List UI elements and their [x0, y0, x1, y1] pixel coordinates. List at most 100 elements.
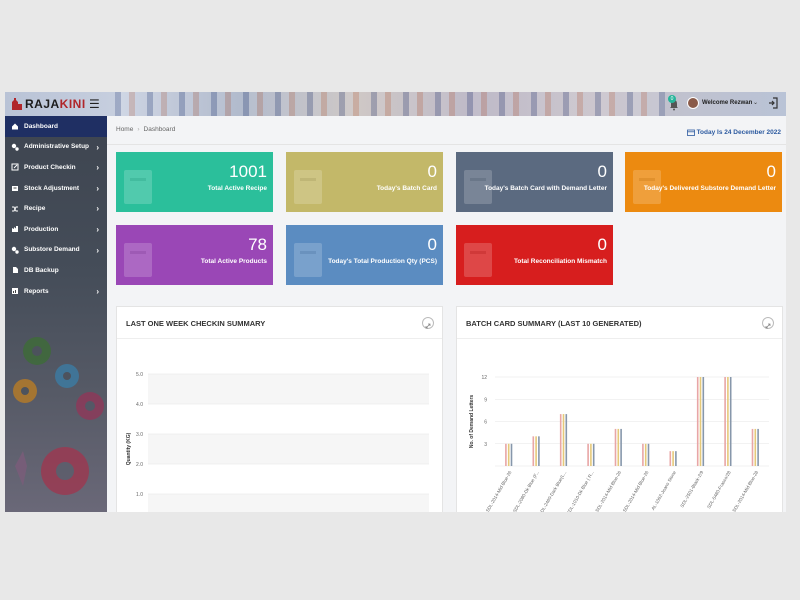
bar	[729, 377, 732, 466]
stat-value: 0	[597, 235, 607, 254]
y-axis-label: Quantity (KG)	[126, 432, 132, 465]
notification-badge: 0	[668, 95, 676, 103]
header-banner	[115, 92, 665, 116]
bar	[724, 377, 726, 466]
batch-card-summary-panel: BATCH CARD SUMMARY (LAST 10 GENERATED) 1…	[456, 306, 783, 512]
logout-icon[interactable]	[768, 97, 778, 109]
bar	[754, 428, 757, 466]
bar	[507, 443, 510, 466]
x-tick-label: SDL-2014-Mid Blue-26	[622, 470, 650, 512]
report-icon	[12, 288, 18, 295]
bar	[696, 377, 699, 466]
breadcrumb-home[interactable]: Home	[116, 126, 133, 133]
shuffle-icon	[12, 206, 18, 212]
sidebar-item-administrative-setup[interactable]: Administrative Setup ›	[5, 137, 107, 158]
chevron-down-icon[interactable]: ⌄	[753, 99, 758, 106]
bar	[592, 443, 595, 466]
welcome-user-menu[interactable]: Welcome Rezwan	[702, 100, 752, 106]
stat-card-icon	[124, 243, 152, 277]
bar	[510, 443, 513, 466]
stat-card-icon	[124, 170, 152, 204]
stat-value: 78	[248, 235, 267, 254]
cogs-icon	[11, 246, 19, 254]
x-tick-label: SDL-2080-Dk Blue (F...	[512, 470, 540, 512]
stat-card[interactable]: 0 Total Reconciliation Mismatch	[456, 225, 613, 285]
sidebar-item-db-backup[interactable]: DB Backup	[5, 260, 107, 281]
y-tick-label: 12	[481, 375, 487, 381]
stat-value: 0	[427, 162, 437, 181]
menu-toggle-icon[interactable]: ☰	[89, 97, 100, 111]
main-content: Home › Dashboard Today Is 24 December 2022…	[107, 116, 786, 512]
y-tick-label: 3.0	[136, 432, 143, 438]
today-date-text: Today Is 24 December 2022	[696, 129, 781, 136]
app-window: RAJAKINI ☰ 0 Welcome Rezwan ⌄ Dashboard …	[5, 92, 786, 512]
stat-label: Today's Batch Card	[376, 185, 437, 192]
sidebar-item-label: Recipe	[24, 205, 46, 213]
chevron-right-icon: ›	[96, 183, 99, 193]
expand-icon[interactable]	[422, 317, 434, 329]
y-tick-label: 9	[484, 397, 487, 403]
sidebar-item-label: Production	[24, 225, 59, 233]
notification-button[interactable]: 0	[668, 95, 680, 111]
sidebar-item-product-checkin[interactable]: Product Checkin ›	[5, 157, 107, 178]
batch-card-summary-title: BATCH CARD SUMMARY (LAST 10 GENERATED)	[466, 319, 642, 328]
bar	[565, 414, 568, 466]
chevron-right-icon: ›	[96, 245, 99, 255]
bar	[614, 428, 617, 466]
bar	[644, 443, 647, 466]
grid-band	[148, 494, 429, 512]
stat-card[interactable]: 0 Today's Total Production Qty (PCS)	[286, 225, 443, 285]
chevron-right-icon: ›	[96, 142, 99, 152]
stat-card[interactable]: 1001 Total Active Recipe	[116, 152, 273, 212]
y-tick-label: 2.0	[136, 462, 143, 468]
y-tick-label: 6	[484, 420, 487, 426]
expand-icon[interactable]	[762, 317, 774, 329]
y-axis-label: No. of Demand Letters	[469, 395, 475, 449]
bar	[587, 443, 589, 466]
calendar-icon	[686, 129, 695, 136]
stat-label: Today's Total Production Qty (PCS)	[328, 258, 437, 265]
logo-icon	[12, 98, 22, 110]
brand-logo[interactable]: RAJAKINI	[11, 95, 86, 113]
sidebar-item-reports[interactable]: Reports ›	[5, 281, 107, 302]
divider	[107, 144, 786, 145]
y-tick-label: 3	[484, 442, 487, 448]
stat-card[interactable]: 0 Today's Batch Card with Demand Letter	[456, 152, 613, 212]
sidebar-item-production[interactable]: Production ›	[5, 219, 107, 240]
bar	[757, 428, 759, 466]
breadcrumb-current: Dashboard	[143, 126, 176, 133]
stat-card[interactable]: 0 Today's Batch Card	[286, 152, 443, 212]
bar	[672, 451, 674, 466]
stat-value: 0	[597, 162, 607, 181]
sidebar-item-stock-adjustment[interactable]: Stock Adjustment ›	[5, 178, 107, 199]
home-icon	[12, 123, 18, 130]
sidebar-menu: Dashboard Administrative Setup › Product Ch…	[5, 116, 107, 301]
factory-icon	[12, 226, 18, 233]
stat-label: Total Active Recipe	[207, 185, 267, 192]
sidebar-item-label: Administrative Setup	[24, 143, 90, 151]
x-tick-label: SDL-2014-Mid Blue-26	[485, 470, 513, 512]
bar	[699, 377, 702, 466]
sidebar-item-recipe[interactable]: Recipe ›	[5, 198, 107, 219]
edit-icon	[11, 163, 19, 171]
box-icon	[12, 186, 18, 192]
y-tick-label: 5.0	[136, 372, 143, 378]
stat-card[interactable]: 0 Today's Delivered Substore Demand Lette…	[625, 152, 782, 212]
sidebar-item-dashboard[interactable]: Dashboard	[5, 116, 107, 137]
x-tick-label: SDL-1010-Dk Blue ( R...	[566, 470, 595, 512]
chevron-right-icon: ›	[96, 224, 99, 234]
file-icon	[13, 267, 18, 274]
batch-card-chart: 12 9 6 3 No. of Demand Letters SDL-2014-Mid B…	[469, 375, 769, 512]
x-tick-label: SDL-2014-Mid Blue-28	[731, 470, 759, 512]
stat-card-icon	[294, 243, 322, 277]
stat-value: 1001	[229, 162, 267, 181]
x-tick-label: SDL-2460-Dark Blue(L...	[538, 470, 567, 512]
stat-label: Total Reconciliation Mismatch	[513, 258, 607, 265]
x-tick-label: SDL-5480-Frasco/28	[706, 470, 732, 510]
stat-label: Today's Delivered Substore Demand Letter	[643, 185, 776, 192]
stat-card[interactable]: 78 Total Active Products	[116, 225, 273, 285]
bar	[505, 443, 507, 466]
avatar[interactable]	[687, 97, 699, 109]
today-date: Today Is 24 December 2022	[686, 129, 781, 136]
sidebar-item-substore-demand[interactable]: Substore Demand ›	[5, 240, 107, 261]
